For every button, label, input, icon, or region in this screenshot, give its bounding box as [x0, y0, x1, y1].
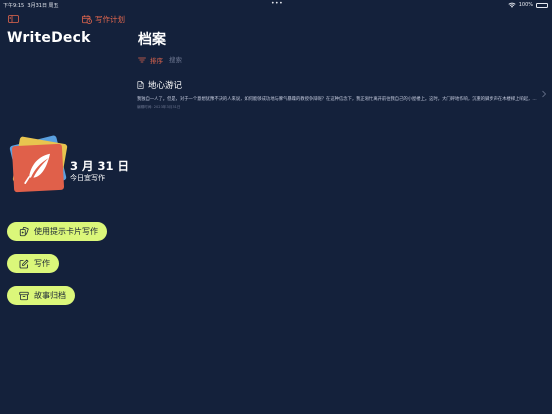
card-red: [11, 143, 65, 193]
sort-icon[interactable]: [138, 57, 146, 63]
write-with-prompt-cards-label: 使用提示卡片写作: [34, 227, 98, 236]
writing-plan-button[interactable]: 写作计划: [82, 14, 125, 25]
story-archive-button[interactable]: 故事归档: [7, 286, 75, 305]
document-title: 地心游记: [148, 81, 183, 91]
filter-row: 排序: [138, 55, 229, 65]
document-title-row: 地心游记: [137, 79, 182, 91]
sidebar: 写作计划 WriteDeck 3 月 31 日 今日宜写作 使用提示卡片写作 写…: [0, 0, 130, 414]
story-archive-label: 故事归档: [34, 291, 66, 300]
edit-icon: [19, 259, 29, 268]
page-title: 档案: [138, 32, 166, 48]
document-meta: 编辑时间: 2023年3月31日: [137, 105, 181, 109]
write-with-prompt-cards-button[interactable]: 使用提示卡片写作: [7, 222, 107, 241]
chevron-right-icon: [542, 90, 547, 98]
search-input[interactable]: [169, 56, 229, 64]
main-content: 档案 排序 地心游记 我独自一人了。但是，对于一个意想犹豫不决的人来说，如何能够…: [130, 0, 552, 414]
document-icon: [137, 81, 144, 89]
card-deck-illustration: [7, 134, 69, 195]
today-subtitle: 今日宜写作: [70, 174, 105, 182]
calendar-clock-icon: [82, 15, 92, 24]
feather-icon: [24, 153, 51, 184]
write-label: 写作: [34, 259, 50, 268]
app-title: WriteDeck: [7, 30, 91, 46]
document-excerpt: 我独自一人了。但是，对于一个意想犹豫不决的人来说，如何能够成功地与脾气暴躁的教授…: [137, 97, 537, 102]
card-stack-icon: [19, 226, 29, 236]
sidebar-toggle-icon[interactable]: [8, 15, 19, 23]
writing-plan-label: 写作计划: [95, 15, 125, 24]
sort-button[interactable]: 排序: [150, 55, 163, 65]
archive-icon: [19, 291, 29, 300]
document-row[interactable]: 地心游记 我独自一人了。但是，对于一个意想犹豫不决的人来说，如何能够成功地与脾气…: [135, 76, 547, 116]
today-date: 3 月 31 日: [70, 159, 130, 173]
write-button[interactable]: 写作: [7, 254, 59, 273]
